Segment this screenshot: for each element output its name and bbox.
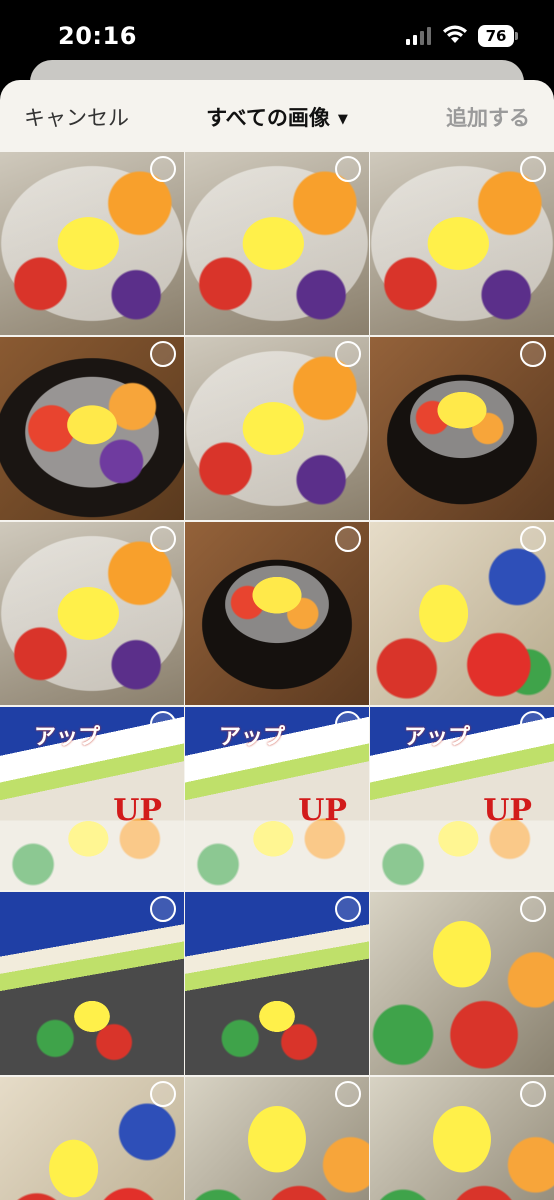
selection-circle-icon[interactable] [520,341,546,367]
selection-circle-icon[interactable] [335,896,361,922]
package-subtitle-text: ゼリー [46,753,92,771]
photo-thumbnail[interactable] [185,522,369,705]
photo-thumbnail[interactable] [185,152,369,335]
selection-circle-icon[interactable] [335,1081,361,1107]
photo-thumbnail[interactable] [370,522,554,705]
package-brand-text: UP [483,793,532,828]
add-button[interactable]: 追加する [446,102,530,132]
package-title-text: アップ [34,725,101,750]
photo-grid: アップゼリー UP アップゼリー UP アップゼリー UP [0,152,554,1200]
photo-picker-sheet: キャンセル すべての画像 ▼ 追加する アップ ゼリー UP アップ ゼリー UP アップ ゼリ… [0,80,554,1200]
status-bar: 20:16 76 [0,0,554,62]
photo-thumbnail[interactable] [185,337,369,520]
selection-circle-icon[interactable] [520,156,546,182]
photo-thumbnail[interactable]: アップゼリー UP [370,707,554,890]
photo-thumbnail[interactable] [185,892,369,1075]
selection-circle-icon[interactable] [520,896,546,922]
selection-circle-icon[interactable] [150,341,176,367]
selection-circle-icon[interactable] [150,156,176,182]
album-title: すべての画像 [206,106,330,130]
package-brand-text: UP [298,793,347,828]
selection-circle-icon[interactable] [335,156,361,182]
photo-thumbnail[interactable] [0,1077,184,1200]
battery-level: 76 [478,25,514,47]
selection-circle-icon[interactable] [520,1081,546,1107]
selection-circle-icon[interactable] [520,526,546,552]
screen: 20:16 76 キャンセル すべての画像 ▼ 追加する アップ ゼリー UP アップゼ… [0,0,554,1200]
dropdown-caret-icon: ▼ [337,111,348,127]
photo-thumbnail[interactable] [370,892,554,1075]
package-subtitle-text: ゼリー [231,753,277,771]
photo-thumbnail[interactable] [370,1077,554,1200]
status-time: 20:16 [58,22,137,50]
photo-thumbnail[interactable] [0,337,184,520]
photo-thumbnail[interactable] [185,1077,369,1200]
package-brand-text: UP [113,793,162,828]
selection-circle-icon[interactable] [335,526,361,552]
battery-cap [515,32,518,40]
selection-circle-icon[interactable] [150,1081,176,1107]
selection-circle-icon[interactable] [150,896,176,922]
photo-thumbnail[interactable] [0,892,184,1075]
photo-thumbnail[interactable]: アップゼリー UP [185,707,369,890]
wifi-icon [443,25,467,43]
picker-navigation-bar: キャンセル すべての画像 ▼ 追加する [0,80,554,152]
package-subtitle-text: ゼリー [416,753,462,771]
photo-thumbnail[interactable] [370,337,554,520]
photo-thumbnail[interactable] [0,522,184,705]
selection-circle-icon[interactable] [150,711,176,737]
package-title-text: アップ [219,725,286,750]
package-title-text: アップ [404,725,471,750]
selection-circle-icon[interactable] [520,711,546,737]
photo-thumbnail[interactable]: アップゼリー UP [0,707,184,890]
battery-icon: 76 [478,25,518,47]
selection-circle-icon[interactable] [335,341,361,367]
photo-thumbnail[interactable] [370,152,554,335]
cellular-signal-icon [406,27,431,45]
selection-circle-icon[interactable] [335,711,361,737]
selection-circle-icon[interactable] [150,526,176,552]
photo-thumbnail[interactable] [0,152,184,335]
